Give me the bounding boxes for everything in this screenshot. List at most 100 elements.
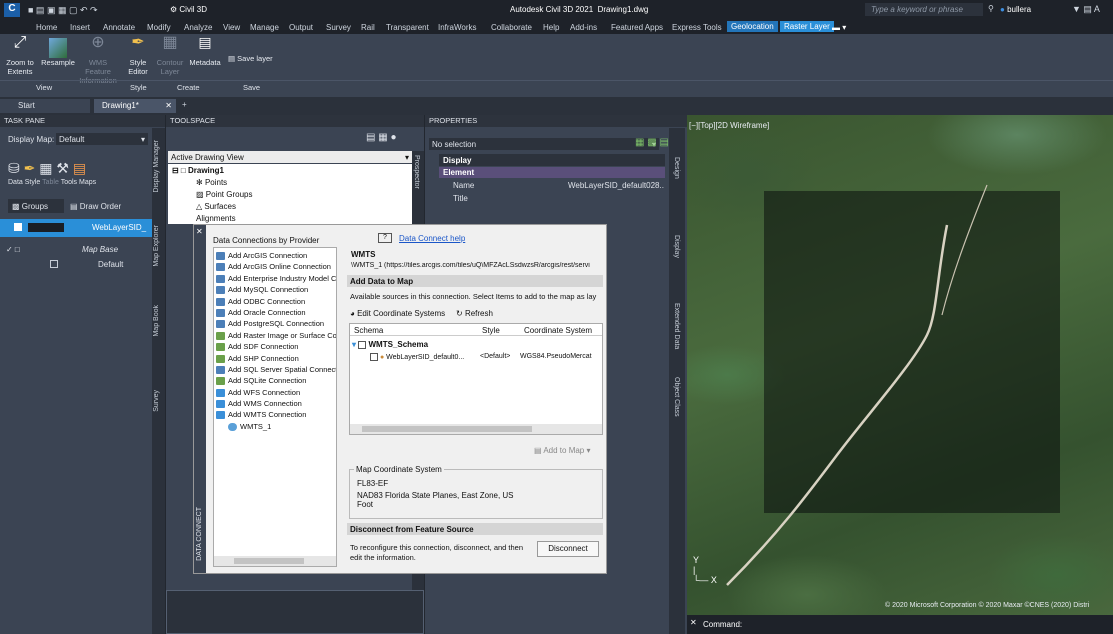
tab-express-tools[interactable]: Express Tools bbox=[672, 23, 722, 32]
search-input[interactable]: Type a keyword or phrase bbox=[865, 3, 983, 16]
tree-item-points[interactable]: ✻ Points bbox=[196, 178, 227, 187]
tab-data-connect[interactable]: DATA CONNECT bbox=[196, 507, 203, 561]
table-hscrollbar[interactable] bbox=[350, 424, 602, 434]
tab-modify[interactable]: Modify bbox=[147, 23, 171, 32]
new-tab-icon[interactable]: + bbox=[182, 100, 187, 109]
tab-output[interactable]: Output bbox=[289, 23, 313, 32]
source-row[interactable]: ● WebLayerSID_default0... bbox=[370, 353, 464, 361]
app-logo-icon[interactable]: C bbox=[4, 3, 20, 17]
tab-infraworks[interactable]: InfraWorks bbox=[438, 23, 477, 32]
close-icon[interactable]: ✕ bbox=[196, 227, 203, 236]
layer-checkbox[interactable] bbox=[50, 260, 58, 268]
command-line[interactable]: ✕ Command: bbox=[687, 615, 1113, 634]
tab-analyze[interactable]: Analyze bbox=[184, 23, 212, 32]
provider-sql-server[interactable]: Add SQL Server Spatial Connect bbox=[216, 364, 336, 375]
tree-item-surfaces[interactable]: △ Surfaces bbox=[196, 202, 236, 211]
viewport-label[interactable]: [−][Top][2D Wireframe] bbox=[689, 121, 769, 130]
tab-prospector[interactable]: Prospector bbox=[413, 155, 420, 189]
tab-object-class[interactable]: Object Class bbox=[673, 377, 680, 417]
col-coordinate-system[interactable]: Coordinate System bbox=[524, 326, 592, 335]
tab-insert[interactable]: Insert bbox=[70, 23, 90, 32]
layer-default[interactable]: Default bbox=[98, 260, 123, 269]
tab-display-manager[interactable]: Display Manager bbox=[153, 140, 160, 193]
search-icon[interactable]: ⚲ bbox=[988, 4, 994, 13]
section-element[interactable]: Element bbox=[439, 167, 665, 178]
tab-view[interactable]: View bbox=[223, 23, 240, 32]
col-schema[interactable]: Schema bbox=[354, 326, 383, 335]
contour-layer-button[interactable]: ▦ Contour Layer bbox=[154, 35, 186, 77]
data-icon[interactable]: ⛁ bbox=[8, 160, 20, 176]
cart-icon[interactable]: ▼ ▤ A bbox=[1072, 4, 1100, 15]
tree-item-alignments[interactable]: Alignments bbox=[196, 214, 236, 223]
selection-select[interactable]: No selection ▾ bbox=[429, 138, 659, 150]
close-tab-icon[interactable]: ✕ bbox=[165, 101, 172, 110]
scrollbar-thumb[interactable] bbox=[362, 426, 532, 432]
provider-arcgis[interactable]: Add ArcGIS Connection bbox=[216, 250, 336, 261]
prop-name-value[interactable]: WebLayerSID_default028... bbox=[568, 181, 664, 190]
style-editor-button[interactable]: ✒ Style Editor bbox=[123, 35, 153, 77]
tab-transparent[interactable]: Transparent bbox=[386, 23, 429, 32]
refresh-button[interactable]: ↻ Refresh bbox=[456, 309, 493, 318]
provider-mysql[interactable]: Add MySQL Connection bbox=[216, 284, 336, 295]
quick-select-icons[interactable]: ▦ ▩ ▤ bbox=[635, 137, 669, 148]
maps-icon[interactable]: ▤ bbox=[73, 160, 86, 176]
tab-raster-layer[interactable]: Raster Layer bbox=[780, 21, 834, 32]
resample-button[interactable]: Resample bbox=[38, 38, 78, 67]
wms-feature-info-button[interactable]: ⊕ WMS Feature Information bbox=[78, 35, 118, 86]
provider-arcgis-online[interactable]: Add ArcGIS Online Connection bbox=[216, 261, 336, 272]
provider-sqlite[interactable]: Add SQLite Connection bbox=[216, 375, 336, 386]
col-style[interactable]: Style bbox=[482, 326, 500, 335]
user-account[interactable]: ● bullera bbox=[1000, 5, 1031, 14]
tab-survey[interactable]: Survey bbox=[326, 23, 351, 32]
tab-home[interactable]: Home bbox=[36, 23, 57, 32]
table-icon[interactable]: ▦ bbox=[39, 160, 52, 176]
tab-drawing1[interactable]: Drawing1* ✕ bbox=[94, 99, 176, 113]
save-layer-button[interactable]: ▤ Save layer bbox=[228, 54, 288, 63]
tree-item-drawing1[interactable]: ⊟ □ Drawing1 bbox=[172, 166, 224, 175]
checkbox-icon[interactable] bbox=[14, 223, 22, 231]
tree-item-point-groups[interactable]: ▨ Point Groups bbox=[196, 190, 252, 199]
providers-scrollbar[interactable] bbox=[214, 556, 336, 566]
tab-geolocation[interactable]: Geolocation bbox=[727, 21, 778, 32]
toolspace-toolbar-icons[interactable]: ▤ ▦ ● bbox=[366, 132, 397, 143]
metadata-button[interactable]: ▤ Metadata bbox=[187, 35, 223, 67]
tab-map-explorer[interactable]: Map Explorer bbox=[153, 225, 160, 267]
provider-postgresql[interactable]: Add PostgreSQL Connection bbox=[216, 318, 336, 329]
edit-coordinate-systems-button[interactable]: ◕ Edit Coordinate Systems bbox=[350, 309, 445, 318]
tab-rail[interactable]: Rail bbox=[361, 23, 375, 32]
data-connect-help-link[interactable]: Data Connect help bbox=[399, 234, 465, 243]
tab-featured-apps[interactable]: Featured Apps bbox=[611, 23, 663, 32]
zoom-to-extents-button[interactable]: ⤢ Zoom to Extents bbox=[3, 35, 37, 77]
provider-shp[interactable]: Add SHP Connection bbox=[216, 353, 336, 364]
tab-annotate[interactable]: Annotate bbox=[103, 23, 135, 32]
tab-design[interactable]: Design bbox=[673, 157, 680, 179]
schema-row[interactable]: ▾ WMTS_Schema bbox=[352, 340, 428, 349]
schema-checkbox[interactable] bbox=[358, 340, 367, 349]
layer-row-selected[interactable]: WebLayerSID_ bbox=[0, 219, 152, 237]
provider-raster[interactable]: Add Raster Image or Surface Co bbox=[216, 330, 336, 341]
tab-overflow-icon[interactable]: ▬ ▾ bbox=[832, 23, 846, 32]
provider-odbc[interactable]: Add ODBC Connection bbox=[216, 296, 336, 307]
help-icon[interactable]: ? bbox=[378, 233, 392, 243]
source-checkbox[interactable] bbox=[370, 353, 378, 361]
tab-add-ins[interactable]: Add-ins bbox=[570, 23, 597, 32]
tab-extended-data[interactable]: Extended Data bbox=[673, 303, 680, 349]
tab-manage[interactable]: Manage bbox=[250, 23, 279, 32]
close-icon[interactable]: ✕ bbox=[690, 618, 697, 627]
drawing-viewport[interactable]: [−][Top][2D Wireframe] Y | └— X © 2020 Mic… bbox=[687, 115, 1113, 634]
layer-map-base[interactable]: Map Base bbox=[82, 245, 118, 254]
provider-enterprise[interactable]: Add Enterprise Industry Model C bbox=[216, 273, 336, 284]
disconnect-button[interactable]: Disconnect bbox=[537, 541, 599, 557]
provider-wms[interactable]: Add WMS Connection bbox=[216, 398, 336, 409]
provider-sdf[interactable]: Add SDF Connection bbox=[216, 341, 336, 352]
tab-survey[interactable]: Survey bbox=[153, 390, 160, 412]
tab-start[interactable]: Start bbox=[0, 99, 90, 113]
section-display[interactable]: Display bbox=[439, 154, 665, 166]
tab-help[interactable]: Help bbox=[543, 23, 559, 32]
quick-access-toolbar[interactable]: ■ ▤ ▣ ▦ ▢ ↶ ↷ bbox=[28, 5, 98, 16]
provider-wmts[interactable]: Add WMTS Connection bbox=[216, 409, 336, 420]
groups-button[interactable]: ▩ Groups bbox=[8, 199, 64, 213]
draw-order-button[interactable]: ▤ Draw Order bbox=[66, 199, 126, 214]
toolspace-view-select[interactable]: Active Drawing View ▾ bbox=[168, 151, 412, 163]
display-map-select[interactable]: Default ▾ bbox=[56, 133, 148, 145]
